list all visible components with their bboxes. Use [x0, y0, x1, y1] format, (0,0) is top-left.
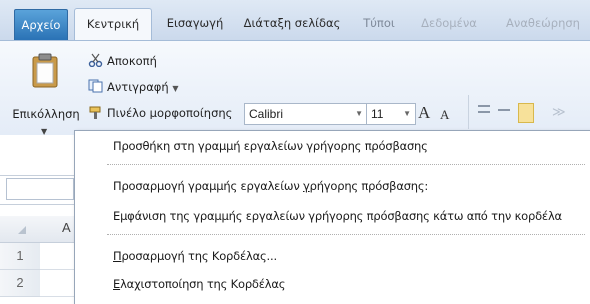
menu-item-text: Προσαρμογή γραμμής εργαλείων — [113, 179, 303, 193]
font-size-box[interactable]: 11 ▼ — [366, 103, 416, 125]
font-size-value: 11 — [371, 107, 384, 121]
align-bottom-icon[interactable] — [518, 103, 534, 123]
chevron-down-icon[interactable]: ▼ — [403, 104, 411, 124]
copy-button[interactable]: Αντιγραφή ▼ — [88, 79, 178, 94]
menu-item-customize-quick-access[interactable]: Προσαρμογή γραμμής εργαλείων γρήγορης πρ… — [113, 179, 428, 193]
brush-icon — [88, 105, 104, 119]
menu-item-customize-ribbon[interactable]: Προσαρμογή της Κορδέλας... — [113, 249, 277, 263]
paste-dropdown-icon[interactable]: ▼ — [41, 127, 47, 136]
menu-item-minimize-ribbon[interactable]: Ελαχιστοποίηση της Κορδέλας — [113, 277, 286, 291]
copy-dropdown-icon[interactable]: ▼ — [172, 84, 178, 93]
tab-page-layout[interactable]: Διάταξη σελίδας — [240, 8, 344, 38]
shrink-font-button[interactable]: A — [440, 107, 449, 123]
tab-home[interactable]: Κεντρική — [74, 8, 152, 41]
format-painter-label: Πινέλο μορφοποίησης — [107, 106, 233, 119]
menu-item-text: Εμφάνιση της γραμμής εργαλείων γρήγορης … — [113, 209, 562, 223]
menu-item-text: λαχιστοποίηση της Κορδέλας — [120, 277, 286, 291]
font-name-box[interactable]: Calibri ▼ — [244, 103, 368, 125]
grow-font-button[interactable]: A — [418, 103, 430, 123]
align-top-icon[interactable] — [478, 105, 490, 107]
copy-icon — [88, 79, 104, 93]
scissors-icon — [88, 53, 104, 68]
divider — [468, 95, 469, 129]
tab-insert[interactable]: Εισαγωγή — [160, 8, 230, 38]
select-all-corner[interactable] — [18, 226, 26, 234]
cut-button[interactable]: Αποκοπή — [88, 53, 157, 68]
tab-formulas[interactable]: Τύποι — [356, 8, 402, 38]
menu-item-accelerator: γ — [303, 179, 310, 193]
menu-item-show-below-ribbon[interactable]: Εμφάνιση της γραμμής εργαλείων γρήγορης … — [113, 209, 562, 223]
menu-separator — [107, 234, 585, 235]
menu-item-add-to-quick-access[interactable]: Προσθήκη στη γραμμή εργαλείων γρήγορης π… — [113, 139, 428, 153]
gridline — [40, 269, 74, 270]
paste-icon[interactable] — [31, 53, 59, 89]
menu-item-text: ρήγορης πρόσβασης: — [309, 179, 429, 193]
text-direction-icon[interactable]: ≫ — [552, 105, 566, 120]
tab-review[interactable]: Αναθεώρηση — [498, 8, 588, 38]
gridline — [40, 296, 74, 297]
align-top-icon-line — [478, 111, 490, 113]
align-middle-icon[interactable] — [498, 109, 510, 111]
font-name-value: Calibri — [249, 107, 284, 121]
menu-separator — [107, 164, 585, 165]
paste-button[interactable]: Επικόλληση — [4, 107, 88, 121]
ribbon-home: Επικόλληση ▼ Αποκοπή Αντιγραφή ▼ Πινέλο … — [0, 40, 590, 151]
tab-file[interactable]: Αρχείο — [14, 9, 68, 40]
name-box[interactable] — [6, 178, 74, 200]
cut-label: Αποκοπή — [107, 54, 157, 68]
chevron-down-icon[interactable]: ▼ — [355, 104, 363, 124]
menu-item-text: ροσαρμογή της Κορδέλας... — [121, 249, 277, 263]
row-header-2[interactable]: 2 — [0, 270, 40, 297]
quick-access-context-menu: Προσθήκη στη γραμμή εργαλείων γρήγορης π… — [74, 130, 590, 304]
copy-label: Αντιγραφή — [107, 80, 169, 94]
tab-data[interactable]: Δεδομένα — [414, 8, 484, 38]
row-header-1[interactable]: 1 — [0, 243, 40, 270]
ribbon-tab-bar: Αρχείο Κεντρική Εισαγωγή Διάταξη σελίδας… — [0, 0, 590, 41]
column-header-a[interactable]: A — [62, 220, 71, 235]
format-painter-button[interactable]: Πινέλο μορφοποίησης — [88, 105, 232, 119]
